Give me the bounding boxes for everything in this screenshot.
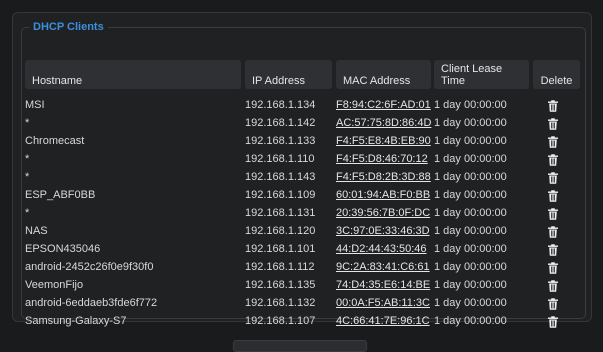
ip-address-cell: 192.168.1.107 <box>245 315 316 327</box>
trash-icon[interactable] <box>547 280 559 292</box>
lease-time-cell: 1 day 00:00:00 <box>434 225 507 237</box>
mac-address-link[interactable]: 3C:97:0E:33:46:3D <box>336 222 430 240</box>
trash-icon[interactable] <box>547 136 559 148</box>
hostname-cell: * <box>25 117 30 129</box>
table-row: EPSON435046 192.168.1.101 44:D2:44:43:50… <box>25 240 585 258</box>
table-row: * 192.168.1.142 AC:57:75:8D:86:4D 1 day … <box>25 114 585 132</box>
mac-address-link[interactable]: 20:39:56:7B:0F:DC <box>336 204 430 222</box>
ip-address-cell: 192.168.1.135 <box>245 279 316 291</box>
trash-icon[interactable] <box>547 118 559 130</box>
hostname-cell: * <box>25 153 30 165</box>
hostname-cell: android-6eddaeb3fde6f772 <box>25 297 158 309</box>
mac-address-link[interactable]: 44:D2:44:43:50:46 <box>336 240 427 258</box>
table-row: MSI 192.168.1.134 F8:94:C2:6F:AD:01 1 da… <box>25 96 585 114</box>
ip-address-cell: 192.168.1.133 <box>245 135 316 147</box>
dhcp-clients-fieldset: DHCP Clients Hostname IP Address MAC Add… <box>21 20 586 328</box>
table-row: Chromecast 192.168.1.133 F4:F5:E8:4B:EB:… <box>25 132 585 150</box>
table-row: * 192.168.1.110 F4:F5:D8:46:70:12 1 day … <box>25 150 585 168</box>
header-mac-address: MAC Address <box>336 60 431 89</box>
table-row: * 192.168.1.143 F4:F5:D8:2B:3D:88 1 day … <box>25 168 585 186</box>
hostname-cell: VeemonFijo <box>25 279 84 291</box>
hostname-cell: Chromecast <box>25 135 85 147</box>
table-row: android-2452c26f0e9f30f0 192.168.1.112 9… <box>25 258 585 276</box>
ip-address-cell: 192.168.1.143 <box>245 171 316 183</box>
table-row: ESP_ABF0BB 192.168.1.109 60:01:94:AB:F0:… <box>25 186 585 204</box>
lease-time-cell: 1 day 00:00:00 <box>434 315 507 327</box>
mac-address-link[interactable]: F4:F5:D8:46:70:12 <box>336 150 428 168</box>
mac-address-link[interactable]: 00:0A:F5:AB:11:3C <box>336 294 430 312</box>
ip-address-cell: 192.168.1.112 <box>245 261 315 273</box>
trash-icon[interactable] <box>547 100 559 112</box>
lease-time-cell: 1 day 00:00:00 <box>434 207 507 219</box>
lease-time-cell: 1 day 00:00:00 <box>434 189 507 201</box>
dhcp-panel: DHCP Clients Hostname IP Address MAC Add… <box>12 12 592 328</box>
lease-time-cell: 1 day 00:00:00 <box>434 135 507 147</box>
table-row: NAS 192.168.1.120 3C:97:0E:33:46:3D 1 da… <box>25 222 585 240</box>
trash-icon[interactable] <box>547 262 559 274</box>
lease-time-cell: 1 day 00:00:00 <box>434 171 507 183</box>
table-row: * 192.168.1.131 20:39:56:7B:0F:DC 1 day … <box>25 204 585 222</box>
hostname-cell: NAS <box>25 225 48 237</box>
hostname-cell: * <box>25 207 30 219</box>
lease-time-cell: 1 day 00:00:00 <box>434 243 507 255</box>
ip-address-cell: 192.168.1.110 <box>245 153 315 165</box>
trash-icon[interactable] <box>547 244 559 256</box>
ip-address-cell: 192.168.1.120 <box>245 225 316 237</box>
lease-time-cell: 1 day 00:00:00 <box>434 153 507 165</box>
client-list: MSI 192.168.1.134 F8:94:C2:6F:AD:01 1 da… <box>25 96 585 330</box>
mac-address-link[interactable]: F4:F5:D8:2B:3D:88 <box>336 168 431 186</box>
mac-address-link[interactable]: 4C:66:41:7E:96:1C <box>336 312 430 330</box>
hostname-cell: * <box>25 171 30 183</box>
hostname-cell: android-2452c26f0e9f30f0 <box>25 261 154 273</box>
trash-icon[interactable] <box>547 172 559 184</box>
trash-icon[interactable] <box>547 154 559 166</box>
hostname-cell: MSI <box>25 99 45 111</box>
header-delete: Delete <box>533 60 580 89</box>
bottom-tab[interactable] <box>233 340 367 352</box>
trash-icon[interactable] <box>547 226 559 238</box>
mac-address-link[interactable]: F4:F5:E8:4B:EB:90 <box>336 132 431 150</box>
lease-time-cell: 1 day 00:00:00 <box>434 279 507 291</box>
table-row: Samsung-Galaxy-S7 192.168.1.107 4C:66:41… <box>25 312 585 330</box>
mac-address-link[interactable]: AC:57:75:8D:86:4D <box>336 114 431 132</box>
table-row: android-6eddaeb3fde6f772 192.168.1.132 0… <box>25 294 585 312</box>
ip-address-cell: 192.168.1.132 <box>245 297 316 309</box>
ip-address-cell: 192.168.1.142 <box>245 117 316 129</box>
lease-time-cell: 1 day 00:00:00 <box>434 117 507 129</box>
ip-address-cell: 192.168.1.101 <box>245 243 316 255</box>
trash-icon[interactable] <box>547 190 559 202</box>
mac-address-link[interactable]: 74:D4:35:E6:14:BE <box>336 276 430 294</box>
mac-address-link[interactable]: 9C:2A:83:41:C6:61 <box>336 258 430 276</box>
header-hostname: Hostname <box>25 60 241 89</box>
ip-address-cell: 192.168.1.131 <box>245 207 316 219</box>
header-client-lease-time: Client Lease Time <box>434 60 529 89</box>
lease-time-cell: 1 day 00:00:00 <box>434 99 507 111</box>
trash-icon[interactable] <box>547 316 559 328</box>
ip-address-cell: 192.168.1.134 <box>245 99 316 111</box>
hostname-cell: EPSON435046 <box>25 243 101 255</box>
hostname-cell: ESP_ABF0BB <box>25 189 96 201</box>
trash-icon[interactable] <box>547 208 559 220</box>
hostname-cell: Samsung-Galaxy-S7 <box>25 315 127 327</box>
trash-icon[interactable] <box>547 298 559 310</box>
lease-time-cell: 1 day 00:00:00 <box>434 261 507 273</box>
table-row: VeemonFijo 192.168.1.135 74:D4:35:E6:14:… <box>25 276 585 294</box>
mac-address-link[interactable]: F8:94:C2:6F:AD:01 <box>336 96 431 114</box>
lease-time-cell: 1 day 00:00:00 <box>434 297 507 309</box>
ip-address-cell: 192.168.1.109 <box>245 189 316 201</box>
section-title: DHCP Clients <box>29 20 108 34</box>
header-ip-address: IP Address <box>245 60 332 89</box>
mac-address-link[interactable]: 60:01:94:AB:F0:BB <box>336 186 430 204</box>
